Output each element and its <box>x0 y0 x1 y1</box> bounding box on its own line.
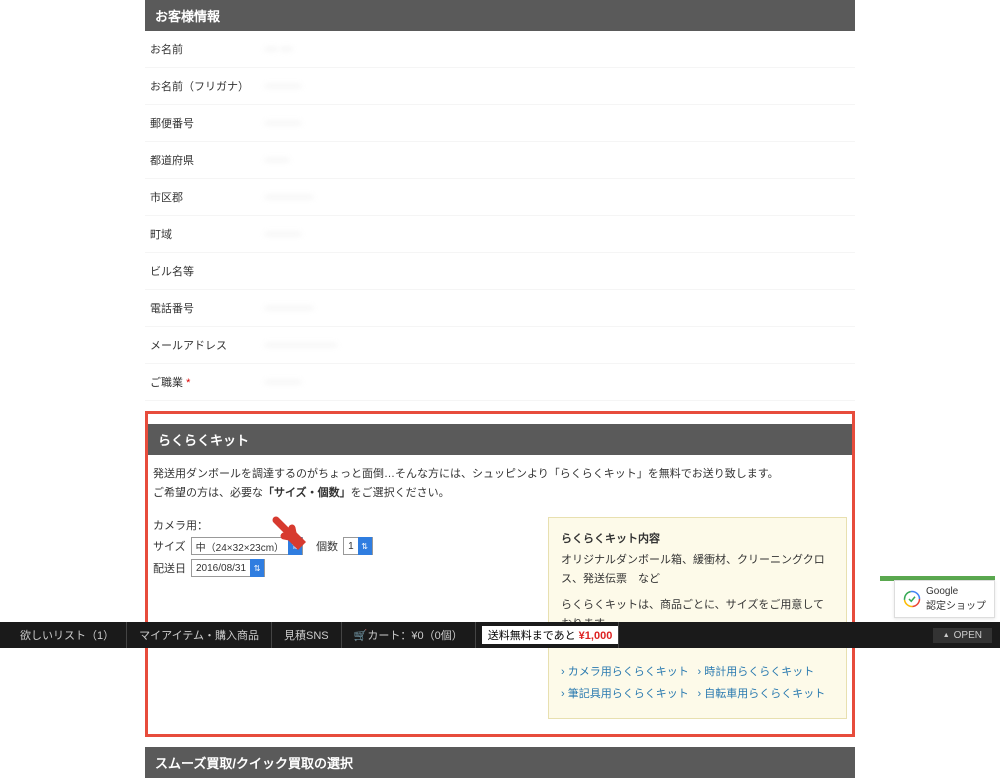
kit-link-watch[interactable]: 時計用らくらくキット <box>698 661 835 684</box>
chevron-updown-icon: ⇅ <box>288 537 302 555</box>
value-building <box>260 253 855 289</box>
label-zip: 郵便番号 <box>145 105 260 141</box>
value-town: ——— <box>260 216 855 252</box>
footer-shipping: 送料無料まであと ¥1,000 <box>476 622 620 648</box>
cart-icon: 🛒 <box>354 629 368 642</box>
customer-info-header: お客様情報 <box>145 0 855 31</box>
footer-wishlist[interactable]: 欲しいリスト（1） <box>8 622 127 648</box>
form-row: メールアドレス—————— <box>145 327 855 364</box>
value-occupation: ——— <box>260 364 855 400</box>
kit-left: カメラ用： サイズ 中（24×32×23cm）⇅ 個数 1⇅ 配送日 2016/… <box>153 517 533 719</box>
label-phone: 電話番号 <box>145 290 260 326</box>
label-occupation: ご職業 * <box>145 364 260 400</box>
kit-info-desc: オリジナルダンボール箱、緩衝材、クリーニングクロス、発送伝票 など <box>561 551 834 588</box>
google-check-icon <box>903 590 921 608</box>
value-zip: ——— <box>260 105 855 141</box>
form-row: 郵便番号——— <box>145 105 855 142</box>
smooth-header: スムーズ買取/クイック買取の選択 <box>145 747 855 778</box>
footer-bar: 欲しいリスト（1） マイアイテム・購入商品 見積SNS 🛒 カート：¥0（0個）… <box>0 622 1000 648</box>
footer-cart[interactable]: 🛒 カート：¥0（0個） <box>342 622 476 648</box>
kit-link-bike[interactable]: 自転車用らくらくキット <box>698 683 835 706</box>
value-prefecture: —— <box>260 142 855 178</box>
kit-link-camera[interactable]: カメラ用らくらくキット <box>561 661 698 684</box>
kit-links: カメラ用らくらくキット 時計用らくらくキット 筆記具用らくらくキット 自転車用ら… <box>561 661 834 706</box>
label-town: 町域 <box>145 216 260 252</box>
footer-open-button[interactable]: OPEN <box>933 628 992 643</box>
form-row: 都道府県—— <box>145 142 855 179</box>
kit-body: カメラ用： サイズ 中（24×32×23cm）⇅ 個数 1⇅ 配送日 2016/… <box>148 512 852 724</box>
kit-info-title: らくらくキット内容 <box>561 530 834 549</box>
label-building: ビル名等 <box>145 253 260 289</box>
label-furigana: お名前（フリガナ） <box>145 68 260 104</box>
footer-myitems[interactable]: マイアイテム・購入商品 <box>127 622 272 648</box>
camera-label: カメラ用： <box>153 517 533 533</box>
form-row: お名前— — <box>145 31 855 68</box>
size-select[interactable]: 中（24×32×23cm）⇅ <box>191 537 303 555</box>
date-row: 配送日 2016/08/31⇅ <box>153 559 533 577</box>
google-certified-text: 認定ショップ <box>926 597 986 612</box>
value-email: —————— <box>260 327 855 363</box>
google-text: Google <box>926 586 986 597</box>
label-email: メールアドレス <box>145 327 260 363</box>
customer-form: お名前— — お名前（フリガナ）——— 郵便番号——— 都道府県—— 市区郡——… <box>145 31 855 401</box>
size-row: サイズ 中（24×32×23cm）⇅ 個数 1⇅ <box>153 537 533 555</box>
chevron-updown-icon: ⇅ <box>358 537 372 555</box>
value-phone: ———— <box>260 290 855 326</box>
footer-sns[interactable]: 見積SNS <box>272 622 342 648</box>
chevron-updown-icon: ⇅ <box>250 559 264 577</box>
form-row: ビル名等 <box>145 253 855 290</box>
value-furigana: ——— <box>260 68 855 104</box>
date-label: 配送日 <box>153 560 186 576</box>
label-city: 市区郡 <box>145 179 260 215</box>
form-row: ご職業 *——— <box>145 364 855 401</box>
kit-highlight-box: らくらくキット 発送用ダンボールを調達するのがちょっと面倒…そんな方には、シュッ… <box>145 411 855 737</box>
size-label: サイズ <box>153 538 186 554</box>
kit-intro: 発送用ダンボールを調達するのがちょっと面倒…そんな方には、シュッピンより「らくら… <box>148 455 852 512</box>
form-row: 市区郡———— <box>145 179 855 216</box>
required-mark: * <box>186 377 190 389</box>
qty-select[interactable]: 1⇅ <box>343 537 373 555</box>
kit-intro-line2: ご希望の方は、必要な「サイズ・個数」をご選択ください。 <box>153 484 847 503</box>
value-name: — — <box>260 31 855 67</box>
kit-link-pen[interactable]: 筆記具用らくらくキット <box>561 683 698 706</box>
label-name: お名前 <box>145 31 260 67</box>
value-city: ———— <box>260 179 855 215</box>
google-certified-badge[interactable]: Google認定ショップ <box>894 580 995 618</box>
kit-info-box: らくらくキット内容 オリジナルダンボール箱、緩衝材、クリーニングクロス、発送伝票… <box>548 517 847 719</box>
form-row: お名前（フリガナ）——— <box>145 68 855 105</box>
label-prefecture: 都道府県 <box>145 142 260 178</box>
kit-header: らくらくキット <box>148 424 852 455</box>
date-select[interactable]: 2016/08/31⇅ <box>191 559 265 577</box>
kit-right: らくらくキット内容 オリジナルダンボール箱、緩衝材、クリーニングクロス、発送伝票… <box>548 517 847 719</box>
form-row: 電話番号———— <box>145 290 855 327</box>
form-row: 町域——— <box>145 216 855 253</box>
kit-intro-line1: 発送用ダンボールを調達するのがちょっと面倒…そんな方には、シュッピンより「らくら… <box>153 465 847 484</box>
qty-label: 個数 <box>316 538 338 554</box>
